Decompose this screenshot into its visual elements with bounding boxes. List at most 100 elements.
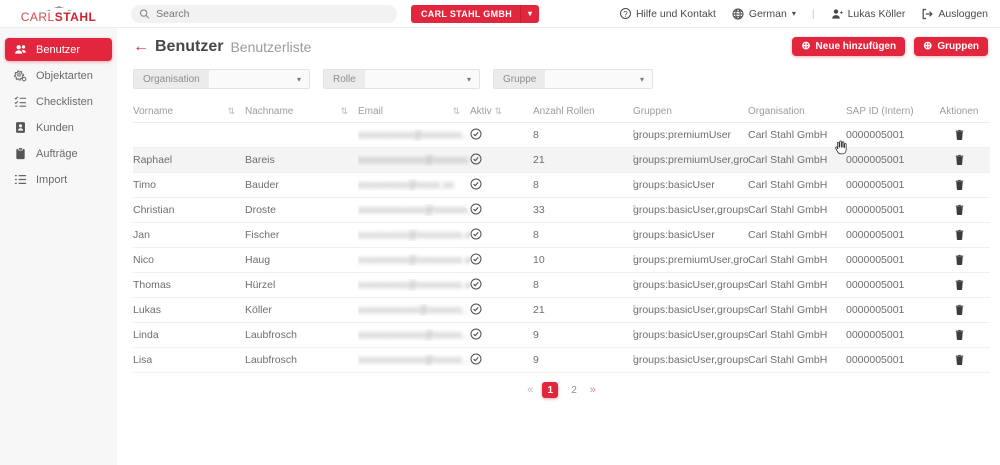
main-content: ← Benutzer Benutzerliste ⊕ Neue hinzufüg…: [117, 28, 1000, 465]
chevron-down-icon: ▾: [792, 9, 796, 18]
sidebar-item-auftraege[interactable]: Aufträge: [5, 142, 112, 165]
cell-gruppen: groups:basicUser: [633, 179, 748, 191]
column-header-aktiv[interactable]: Aktiv ⇅: [470, 106, 533, 117]
back-button[interactable]: ←: [133, 39, 149, 55]
logout-button[interactable]: Ausloggen: [921, 8, 988, 20]
active-check-icon: [470, 328, 482, 340]
cell-aktiv: [470, 153, 533, 168]
delete-user-button[interactable]: [952, 177, 967, 192]
sidebar-item-benutzer[interactable]: Benutzer: [5, 38, 112, 61]
trash-icon: [954, 304, 965, 315]
cell-aktionen: [928, 127, 990, 143]
active-check-icon: [470, 203, 482, 215]
active-check-icon: [470, 128, 482, 140]
filter-rolle[interactable]: Rolle ▾: [323, 69, 480, 89]
sidebar-item-objektarten[interactable]: Objektarten: [5, 64, 112, 87]
cell-anzahl-rollen: 9: [533, 329, 633, 341]
filter-gruppe[interactable]: Gruppe ▾: [493, 69, 653, 89]
cell-aktiv: [470, 228, 533, 243]
cell-sap-id: 0000005001: [846, 329, 928, 341]
delete-user-button[interactable]: [952, 327, 967, 342]
cell-anzahl-rollen: 21: [533, 154, 633, 166]
clipboard-icon: [14, 147, 27, 160]
delete-user-button[interactable]: [952, 277, 967, 292]
table-row[interactable]: RaphaelBareisxxxxxxxxxxxx@xxxxxx...21gro…: [133, 148, 990, 173]
column-header-sap-id: SAP ID (Intern): [846, 106, 928, 117]
delete-user-button[interactable]: [952, 302, 967, 317]
cell-anzahl-rollen: 21: [533, 304, 633, 316]
email-redacted: xxxxxxxxxxx@xxxxxx...: [358, 305, 470, 316]
cell-nachname: Bauder: [245, 179, 358, 191]
table-row[interactable]: LindaLaubfroschxxxxxxxxxxxx@xxxxx...9gro…: [133, 323, 990, 348]
delete-user-button[interactable]: [952, 352, 967, 367]
delete-user-button[interactable]: [952, 152, 967, 167]
cell-email: xxxxxxxxxx@xxxxxxx...: [358, 129, 470, 141]
help-link[interactable]: ? Hilfe und Kontakt: [620, 8, 716, 20]
pagination-prev-button[interactable]: «: [527, 384, 533, 396]
column-header-organisation: Organisation: [748, 106, 846, 117]
column-header-gruppen: Gruppen: [633, 106, 748, 117]
delete-user-button[interactable]: [952, 252, 967, 267]
table-row[interactable]: ChristianDrostexxxxxxxxxxxx@xxxxxx...33g…: [133, 198, 990, 223]
cell-nachname: Laubfrosch: [245, 329, 358, 341]
cell-email: xxxxxxxxxxxx@xxxxx...: [358, 354, 470, 366]
table-row[interactable]: xxxxxxxxxx@xxxxxxx...8groups:premiumUser…: [133, 123, 990, 148]
sidebar-item-checklisten[interactable]: Checklisten: [5, 90, 112, 113]
add-new-button[interactable]: ⊕ Neue hinzufügen: [792, 37, 905, 56]
groups-button[interactable]: ⊕ Gruppen: [914, 37, 988, 56]
cell-sap-id: 0000005001: [846, 129, 928, 141]
cell-sap-id: 0000005001: [846, 154, 928, 166]
page-header: ← Benutzer Benutzerliste ⊕ Neue hinzufüg…: [133, 37, 990, 56]
search-box[interactable]: [131, 5, 397, 23]
cell-aktionen: [928, 152, 990, 168]
cell-aktionen: [928, 327, 990, 343]
trash-icon: [954, 154, 965, 165]
cell-nachname: Haug: [245, 254, 358, 266]
organisation-switcher-button[interactable]: CARL STAHL GMBH ▾: [411, 5, 539, 23]
cell-organisation: Carl Stahl GmbH: [748, 304, 846, 316]
language-selector[interactable]: German ▾: [732, 8, 796, 20]
table-row[interactable]: ThomasHürzelxxxxxxxxx@xxxxxxxx.xxx8group…: [133, 273, 990, 298]
sidebar-item-import[interactable]: Import: [5, 168, 112, 191]
pagination-page-2[interactable]: 2: [567, 383, 581, 398]
table-row[interactable]: LisaLaubfroschxxxxxxxxxxxx@xxxxx...9grou…: [133, 348, 990, 373]
current-user[interactable]: Lukas Köller: [831, 8, 906, 20]
sidebar-item-kunden[interactable]: Kunden: [5, 116, 112, 139]
cell-email: xxxxxxxxxxxx@xxxxx...: [358, 329, 470, 341]
cell-aktiv: [470, 353, 533, 368]
filter-organisation[interactable]: Organisation ▾: [133, 69, 310, 89]
delete-user-button[interactable]: [952, 127, 967, 142]
cell-gruppen: groups:basicUser,groups:pr: [633, 279, 748, 291]
cell-aktionen: [928, 277, 990, 293]
delete-user-button[interactable]: [952, 227, 967, 242]
search-icon: [139, 8, 150, 20]
pagination: « 1 2 »: [133, 382, 990, 398]
cell-sap-id: 0000005001: [846, 254, 928, 266]
cell-organisation: Carl Stahl GmbH: [748, 329, 846, 341]
email-redacted: xxxxxxxxxxxx@xxxxxx...: [358, 205, 470, 216]
column-header-email[interactable]: Email⇅: [358, 106, 470, 117]
cell-email: xxxxxxxxx@xxxx.xx: [358, 179, 470, 191]
plus-circle-icon: ⊕: [801, 41, 810, 52]
column-header-nachname[interactable]: Nachname⇅: [245, 106, 358, 117]
table-row[interactable]: TimoBauderxxxxxxxxx@xxxx.xx8groups:basic…: [133, 173, 990, 198]
table-row[interactable]: JanFischerxxxxxxxxx@xxxxxxxx.xxx8groups:…: [133, 223, 990, 248]
pagination-page-1[interactable]: 1: [542, 382, 558, 398]
search-input[interactable]: [156, 8, 389, 20]
delete-user-button[interactable]: [952, 202, 967, 217]
brand-logo[interactable]: CARLSTAHL: [0, 4, 117, 24]
sort-icon: ⇅: [340, 106, 348, 117]
cell-vorname: Lisa: [133, 354, 245, 366]
table-row[interactable]: LukasKöllerxxxxxxxxxxx@xxxxxx...21groups…: [133, 298, 990, 323]
email-redacted: xxxxxxxxx@xxxxxxxx.xxx: [358, 255, 470, 266]
cell-organisation: Carl Stahl GmbH: [748, 279, 846, 291]
trash-icon: [954, 279, 965, 290]
topbar-right: ? Hilfe und Kontakt German ▾ | Lukas Köl…: [620, 8, 1000, 20]
table-row[interactable]: NicoHaugxxxxxxxxx@xxxxxxxx.xxx10groups:p…: [133, 248, 990, 273]
cell-email: xxxxxxxxx@xxxxxxxx.xxx: [358, 229, 470, 241]
pagination-next-button[interactable]: »: [590, 384, 596, 396]
column-header-vorname[interactable]: Vorname⇅: [133, 106, 245, 117]
help-icon: ?: [620, 8, 631, 19]
email-redacted: xxxxxxxxxxxx@xxxxx...: [358, 330, 470, 341]
chevron-down-icon: ▾: [640, 75, 652, 84]
